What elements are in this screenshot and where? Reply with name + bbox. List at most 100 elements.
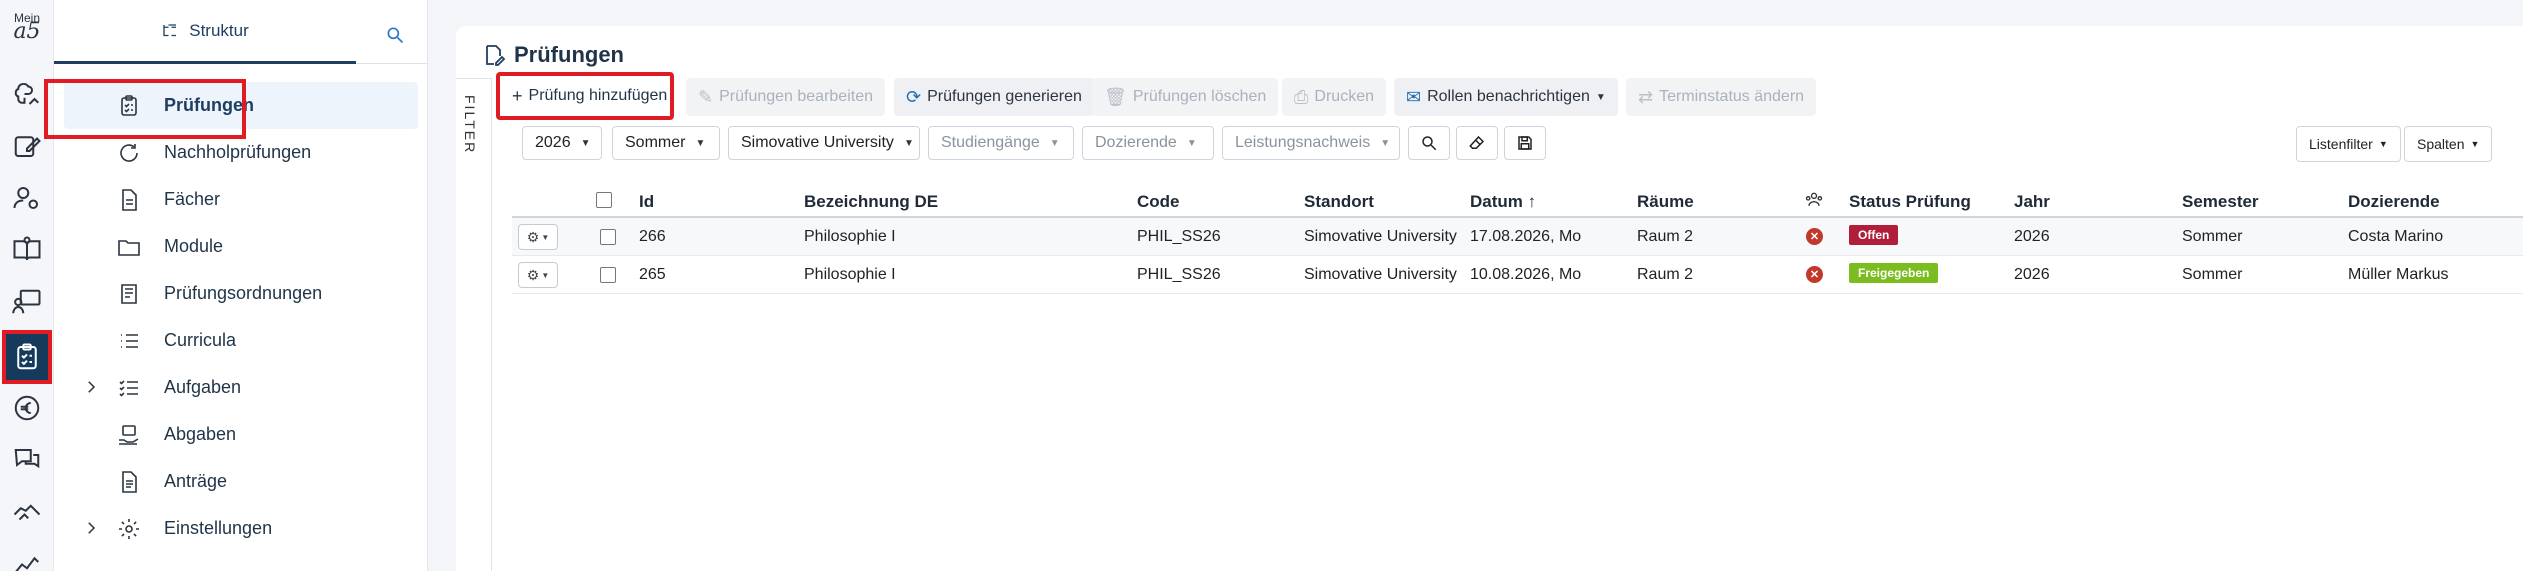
row-actions-button[interactable]: ⚙ ▼ — [518, 262, 558, 288]
edit-document-icon — [486, 45, 506, 66]
gear-icon — [117, 517, 141, 541]
app-logo[interactable]: Mein a5 — [6, 12, 48, 43]
nav-item-einstellungen[interactable]: Einstellungen — [64, 505, 418, 552]
rail-chart-icon[interactable] — [0, 540, 54, 571]
delete-exams-button[interactable]: 🗑 Prüfungen löschen — [1092, 78, 1279, 116]
cell-location: Simovative University — [1304, 266, 1457, 283]
cell-location: Simovative University — [1304, 228, 1457, 245]
cell-id: 266 — [639, 228, 666, 245]
tab-structure[interactable]: Struktur — [54, 0, 356, 64]
rail-exams-icon[interactable] — [2, 330, 52, 384]
page-header: Prüfungen — [482, 40, 624, 70]
row-checkbox[interactable] — [600, 229, 616, 245]
structure-search-button[interactable] — [380, 20, 410, 50]
table-row[interactable]: ⚙ ▼ 266 Philosophie I PHIL_SS26 Simovativ… — [512, 218, 2523, 256]
search-button[interactable] — [1408, 126, 1450, 160]
nav-item-curricula[interactable]: Curricula — [64, 317, 418, 364]
sort-ascending-icon: ↑ — [1527, 192, 1537, 211]
cell-year: 2026 — [2014, 228, 2050, 245]
delete-exams-label: Prüfungen löschen — [1132, 88, 1267, 105]
structure-tabs: Struktur — [54, 0, 428, 64]
list-filter-label: Listenfilter — [2309, 136, 2373, 152]
inbox-hand-icon — [117, 423, 141, 447]
rail-euro-icon[interactable] — [0, 386, 54, 430]
caret-down-icon: ▼ — [1380, 137, 1391, 149]
add-exam-label: Prüfung hinzufügen — [528, 87, 668, 104]
col-status[interactable]: Status Prüfung — [1849, 192, 1971, 212]
caret-down-icon: ▼ — [2470, 139, 2480, 149]
caret-down-icon: ▼ — [541, 232, 550, 242]
envelope-icon: ✉ — [1406, 86, 1422, 107]
caret-down-icon: ▼ — [1049, 137, 1060, 149]
nav-item-antraege[interactable]: Anträge — [64, 458, 418, 505]
book-list-icon — [117, 282, 141, 306]
col-date-label: Datum — [1470, 192, 1523, 211]
status-badge-text: Freigegeben — [1849, 263, 1939, 283]
row-checkbox[interactable] — [600, 267, 616, 283]
chevron-right-icon[interactable] — [82, 519, 100, 537]
col-location[interactable]: Standort — [1304, 192, 1374, 212]
add-exam-button[interactable]: + Prüfung hinzufügen — [496, 72, 674, 120]
university-select[interactable]: Simovative University ▼ — [728, 126, 920, 160]
main-card: Prüfungen FILTER + Prüfung hinzufügen ✎ … — [456, 26, 2523, 571]
list-filter-button[interactable]: Listenfilter ▼ — [2296, 126, 2401, 162]
year-select-value: 2026 — [535, 134, 571, 151]
cell-id: 265 — [639, 266, 666, 283]
filter-toggle[interactable]: FILTER — [456, 78, 492, 571]
col-date[interactable]: Datum ↑ — [1470, 192, 1536, 212]
edit-exams-label: Prüfungen bearbeiten — [719, 88, 873, 105]
columns-label: Spalten — [2417, 136, 2465, 152]
rail-user-settings-icon[interactable] — [0, 176, 54, 220]
edit-exams-button[interactable]: ✎ Prüfungen bearbeiten — [686, 78, 885, 116]
nav-item-faecher[interactable]: Fächer — [64, 176, 418, 223]
printer-icon: ⎙ — [1294, 86, 1309, 107]
col-semester[interactable]: Semester — [2182, 192, 2259, 212]
table-row[interactable]: ⚙ ▼ 265 Philosophie I PHIL_SS26 Simovativ… — [512, 256, 2523, 294]
swap-icon: ⇄ — [1638, 86, 1654, 107]
columns-button[interactable]: Spalten ▼ — [2404, 126, 2493, 162]
chevron-right-icon[interactable] — [82, 378, 100, 396]
document-lines-icon — [117, 470, 141, 494]
col-code[interactable]: Code — [1137, 192, 1180, 212]
programs-select[interactable]: Studiengänge ▼ — [928, 126, 1074, 160]
rail-open-book-icon[interactable] — [0, 228, 54, 272]
nav-item-module[interactable]: Module — [64, 223, 418, 270]
nav-item-pruefungsordnungen[interactable]: Prüfungsordnungen — [64, 270, 418, 317]
rail-chat-icon[interactable] — [0, 438, 54, 482]
clear-filters-button[interactable] — [1456, 126, 1498, 160]
rail-presentation-icon[interactable] — [0, 280, 54, 324]
assessment-select[interactable]: Leistungsnachweis ▼ — [1222, 126, 1400, 160]
caret-down-icon: ▼ — [580, 137, 591, 149]
caret-down-icon: ▼ — [695, 137, 706, 149]
caret-down-icon: ▼ — [2378, 139, 2388, 149]
save-filters-button[interactable] — [1504, 126, 1546, 160]
col-rooms[interactable]: Räume — [1637, 192, 1694, 212]
university-select-value: Simovative University — [741, 134, 894, 151]
semester-select-value: Sommer — [625, 134, 686, 151]
print-button[interactable]: ⎙ Drucken — [1282, 78, 1386, 116]
year-select[interactable]: 2026 ▼ — [522, 126, 602, 160]
exams-table: Id Bezeichnung DE Code Standort Datum ↑ … — [512, 186, 2523, 294]
lecturers-select[interactable]: Dozierende ▼ — [1082, 126, 1214, 160]
col-year[interactable]: Jahr — [2014, 192, 2050, 212]
notify-roles-button[interactable]: ✉ Rollen benachrichtigen ▼ — [1394, 78, 1618, 116]
nav-item-aufgaben[interactable]: Aufgaben — [64, 364, 418, 411]
col-name[interactable]: Bezeichnung DE — [804, 192, 938, 212]
people-icon[interactable] — [1804, 190, 1824, 215]
col-lecturer[interactable]: Dozierende — [2348, 192, 2440, 212]
status-badge: Freigegeben — [1849, 263, 1939, 283]
col-id[interactable]: Id — [639, 192, 654, 212]
rail-handshake-icon[interactable] — [0, 490, 54, 534]
nav-item-abgaben[interactable]: Abgaben — [64, 411, 418, 458]
change-status-button[interactable]: ⇄ Terminstatus ändern — [1626, 78, 1817, 116]
x-circle-icon: ✕ — [1806, 228, 1823, 245]
generate-exams-button[interactable]: ⟳ Prüfungen generieren — [894, 78, 1094, 116]
sync-icon: ⟳ — [906, 86, 922, 107]
select-all-checkbox[interactable] — [596, 192, 612, 208]
pencil-icon: ✎ — [698, 86, 714, 107]
cell-rooms: Raum 2 — [1637, 266, 1694, 283]
row-actions-button[interactable]: ⚙ ▼ — [518, 224, 558, 250]
search-icon — [387, 27, 404, 44]
tree-list-icon — [163, 23, 177, 36]
semester-select[interactable]: Sommer ▼ — [612, 126, 720, 160]
